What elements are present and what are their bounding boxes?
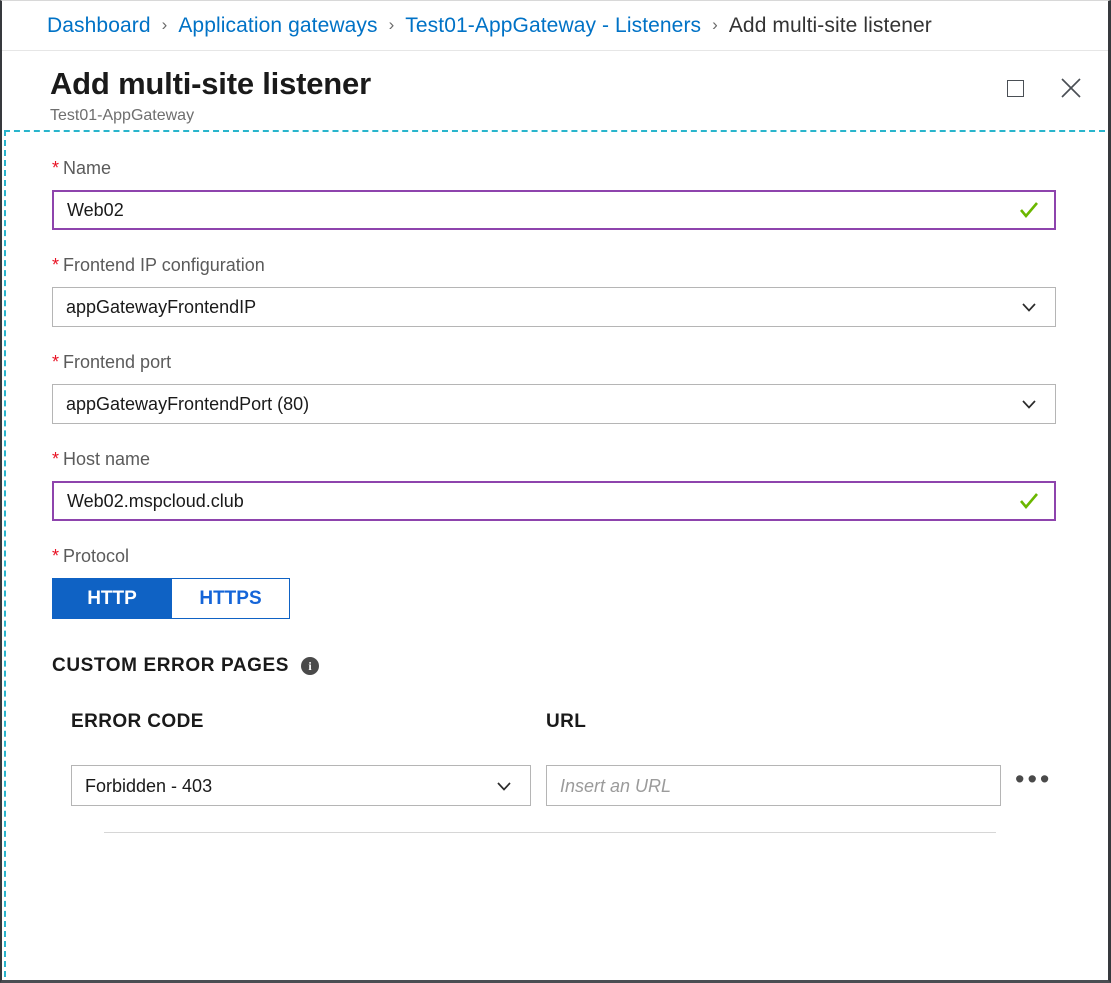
url-cell: Insert an URL	[546, 765, 1001, 806]
custom-error-pages-section: CUSTOM ERROR PAGES i ERROR CODE URL Forb…	[2, 655, 1108, 833]
protocol-option-https[interactable]: HTTPS	[171, 579, 289, 618]
label-frontend-port: * Frontend port	[52, 349, 1056, 375]
breadcrumb-item-application-gateways[interactable]: Application gateways	[178, 14, 377, 38]
maximize-button[interactable]	[1000, 73, 1030, 103]
url-input-placeholder: Insert an URL	[560, 775, 672, 796]
label-frontend-ip-configuration: * Frontend IP configuration	[52, 252, 1056, 278]
error-code-cell: Forbidden - 403	[71, 765, 546, 806]
chevron-down-icon	[1022, 400, 1036, 409]
required-marker: *	[52, 352, 60, 372]
window-actions	[1000, 73, 1086, 103]
label-host-name-text: Host name	[63, 449, 151, 469]
chevron-down-icon	[497, 781, 511, 791]
required-marker: *	[52, 158, 60, 178]
label-protocol-text: Protocol	[63, 546, 130, 566]
required-marker: *	[52, 255, 60, 275]
field-host-name: * Host name Web02.mspcloud.club	[2, 446, 1108, 521]
breadcrumb-item-current: Add multi-site listener	[728, 13, 932, 37]
breadcrumb-separator-icon: ›	[161, 14, 168, 34]
frontend-port-value: appGatewayFrontendPort (80)	[66, 394, 310, 414]
required-marker: *	[52, 546, 60, 566]
name-input[interactable]: Web02	[52, 190, 1056, 230]
info-icon[interactable]: i	[301, 657, 320, 675]
label-frontend-port-text: Frontend port	[63, 352, 172, 372]
url-input[interactable]: Insert an URL	[546, 765, 1001, 806]
breadcrumb-separator-icon: ›	[388, 14, 395, 34]
frontend-port-select[interactable]: appGatewayFrontendPort (80)	[52, 384, 1056, 424]
protocol-option-http[interactable]: HTTP	[53, 579, 171, 618]
label-frontend-ip-text: Frontend IP configuration	[63, 255, 265, 275]
blade-add-multi-site-listener: Dashboard › Application gateways › Test0…	[0, 0, 1111, 983]
close-button[interactable]	[1056, 73, 1086, 103]
frontend-ip-configuration-value: appGatewayFrontendIP	[66, 297, 257, 317]
table-row: Forbidden - 403 Insert an URL •••	[71, 765, 1056, 806]
valid-check-icon	[1020, 493, 1038, 510]
custom-error-pages-header: CUSTOM ERROR PAGES i	[52, 655, 1056, 677]
host-name-input-value: Web02.mspcloud.club	[67, 491, 244, 511]
maximize-icon	[1006, 79, 1024, 97]
custom-error-pages-table: ERROR CODE URL Forbidden - 403 Insert an…	[52, 711, 1056, 806]
row-divider	[104, 832, 996, 833]
page-subtitle: Test01-AppGateway	[50, 107, 195, 124]
custom-error-pages-title: CUSTOM ERROR PAGES	[52, 655, 290, 676]
host-name-input[interactable]: Web02.mspcloud.club	[52, 481, 1056, 521]
page-title: Add multi-site listener	[50, 66, 371, 101]
chevron-down-icon	[1022, 303, 1036, 312]
listener-form: * Name Web02 * Frontend IP configuration a…	[2, 129, 1108, 833]
breadcrumb: Dashboard › Application gateways › Test0…	[2, 1, 1108, 51]
column-header-error-code: ERROR CODE	[71, 711, 204, 732]
field-name: * Name Web02	[2, 155, 1108, 230]
field-frontend-ip-configuration: * Frontend IP configuration appGatewayFro…	[2, 252, 1108, 327]
field-frontend-port: * Frontend port appGatewayFrontendPort (8…	[2, 349, 1108, 424]
error-code-select[interactable]: Forbidden - 403	[71, 765, 531, 806]
label-protocol: * Protocol	[52, 543, 1056, 569]
row-more-options-button[interactable]: •••	[1015, 766, 1052, 797]
protocol-toggle-group: HTTP HTTPS	[52, 578, 290, 619]
breadcrumb-separator-icon: ›	[712, 14, 718, 34]
breadcrumb-item-dashboard[interactable]: Dashboard	[47, 14, 151, 38]
column-header-url: URL	[546, 711, 587, 732]
blade-titlebar: Add multi-site listener Test01-AppGatewa…	[2, 51, 1108, 129]
breadcrumb-item-listeners[interactable]: Test01-AppGateway - Listeners	[405, 14, 701, 38]
frontend-ip-configuration-select[interactable]: appGatewayFrontendIP	[52, 287, 1056, 327]
valid-check-icon	[1020, 202, 1038, 219]
error-code-value: Forbidden - 403	[85, 775, 213, 796]
label-name-text: Name	[63, 158, 112, 178]
label-name: * Name	[52, 155, 1056, 181]
table-header-row: ERROR CODE URL	[71, 711, 1056, 733]
close-icon	[1061, 78, 1081, 98]
name-input-value: Web02	[67, 200, 124, 220]
label-host-name: * Host name	[52, 446, 1056, 472]
required-marker: *	[52, 449, 60, 469]
field-protocol: * Protocol HTTP HTTPS	[2, 543, 1108, 619]
